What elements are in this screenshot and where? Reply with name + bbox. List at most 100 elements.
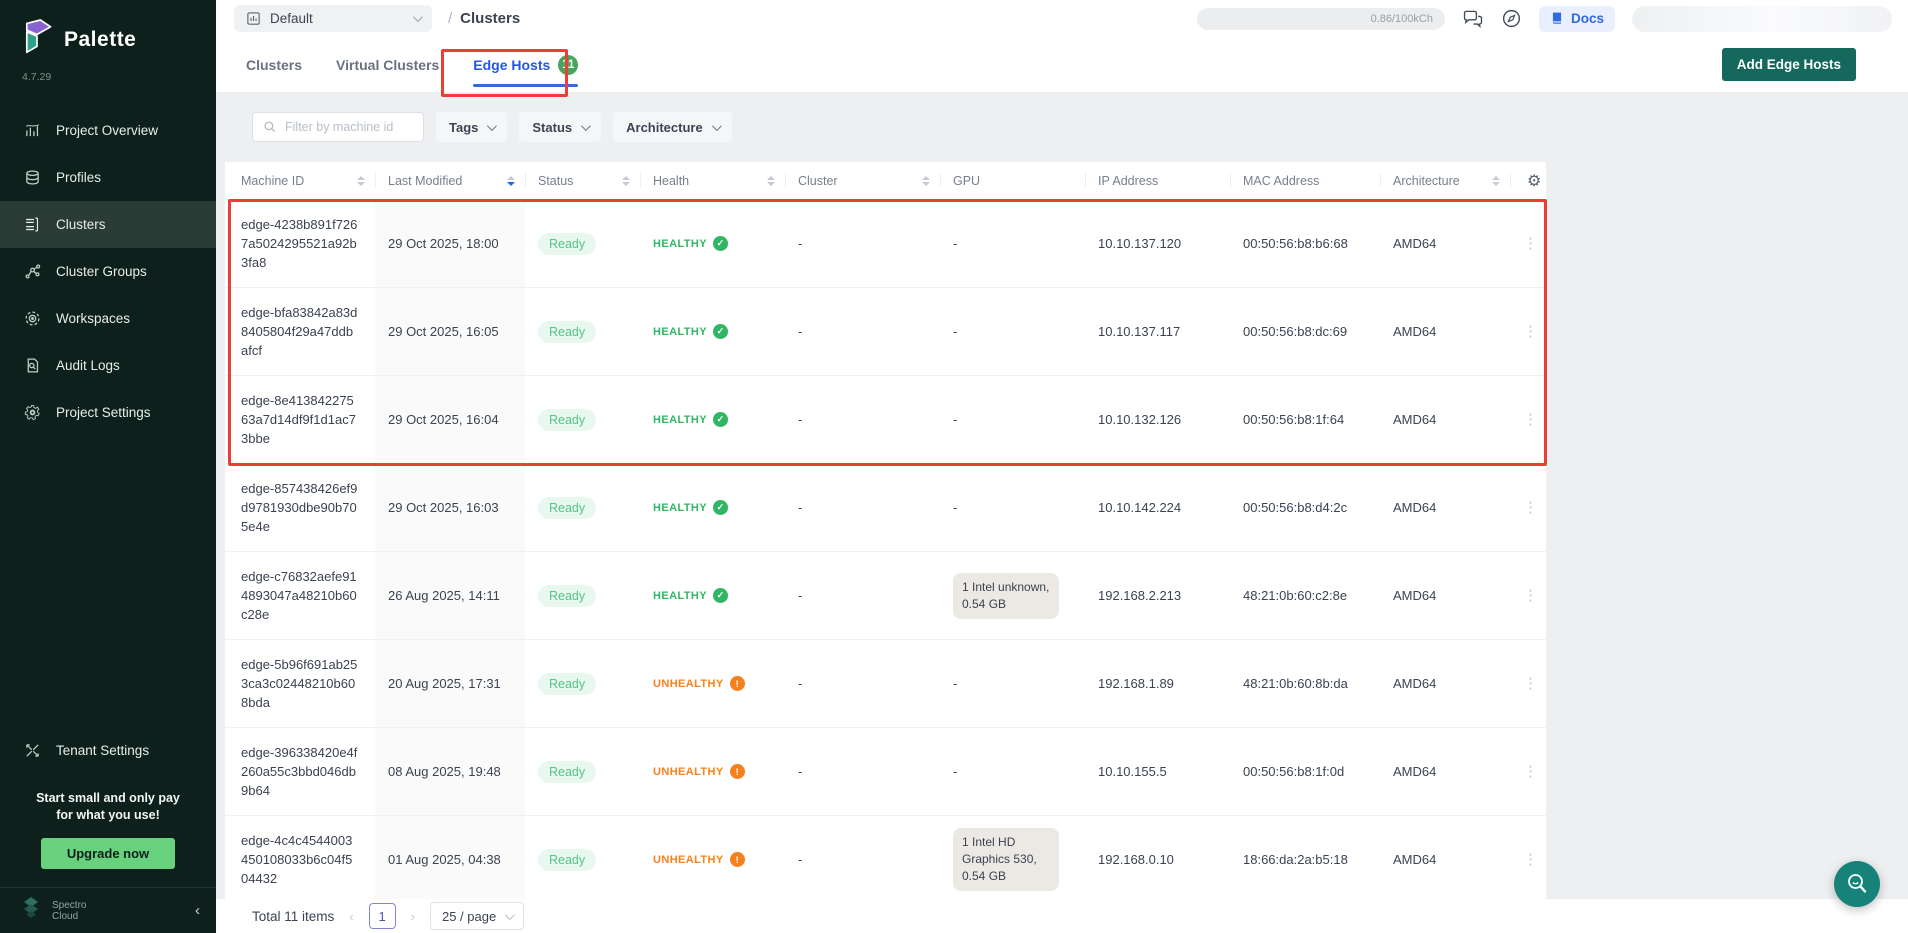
last-modified: 08 Aug 2025, 19:48 — [388, 764, 501, 779]
sort-icon — [1492, 176, 1500, 186]
architecture-value: AMD64 — [1393, 676, 1436, 691]
row-actions-menu-icon[interactable]: ⋮ — [1523, 505, 1537, 510]
chat-icon[interactable] — [1462, 9, 1484, 29]
column-header-health[interactable]: Health — [640, 162, 785, 199]
table-row[interactable]: edge-bfa83842a83d8405804f29a47ddbafcf 29… — [225, 287, 1546, 375]
sidebar-item-cluster-groups[interactable]: Cluster Groups — [0, 248, 216, 295]
search-box[interactable] — [252, 112, 424, 142]
page-size-selector[interactable]: 25 / page — [430, 902, 524, 930]
table-row[interactable]: edge-4238b891f7267a5024295521a92b3fa8 29… — [225, 199, 1546, 287]
tabs-bar: Clusters Virtual Clusters Edge Hosts 11 … — [216, 37, 1908, 92]
row-actions-menu-icon[interactable]: ⋮ — [1523, 769, 1537, 774]
row-actions-menu-icon[interactable]: ⋮ — [1523, 329, 1537, 334]
chevron-down-icon — [581, 121, 591, 131]
health-badge: UNHEALTHY — [653, 852, 745, 867]
health-state-icon — [713, 500, 728, 515]
last-modified: 01 Aug 2025, 04:38 — [388, 852, 501, 867]
chart-icon — [24, 122, 41, 139]
table-row[interactable]: edge-4c4c4544003450108033b6c04f504432 01… — [225, 815, 1546, 899]
palette-logo — [20, 18, 54, 61]
machine-id: edge-5b96f691ab253ca3c02448210b608bda — [241, 655, 375, 712]
health-state-icon — [713, 324, 728, 339]
architecture-value: AMD64 — [1393, 852, 1436, 867]
filter-bar: Tags Status Architecture — [252, 112, 1908, 142]
machine-id-filter-input[interactable] — [285, 120, 410, 134]
tab-clusters[interactable]: Clusters — [246, 37, 302, 92]
sidebar-item-project-settings[interactable]: Project Settings — [0, 389, 216, 436]
column-settings[interactable]: ⚙ — [1510, 162, 1546, 199]
sort-icon — [767, 176, 775, 186]
cluster-value: - — [798, 324, 802, 339]
mac-address: 00:50:56:b8:d4:2c — [1243, 500, 1347, 515]
mac-address: 00:50:56:b8:1f:0d — [1243, 764, 1344, 779]
row-actions-menu-icon[interactable]: ⋮ — [1523, 241, 1537, 246]
upgrade-now-button[interactable]: Upgrade now — [41, 838, 175, 869]
edge-hosts-table: Machine ID Last Modified Status Health C… — [225, 162, 1546, 899]
sidebar-item-tenant-settings[interactable]: Tenant Settings — [0, 727, 216, 774]
column-header-architecture[interactable]: Architecture — [1380, 162, 1510, 199]
column-header-status[interactable]: Status — [525, 162, 640, 199]
sidebar-item-audit-logs[interactable]: Audit Logs — [0, 342, 216, 389]
compass-icon[interactable] — [1501, 8, 1522, 29]
docs-button[interactable]: Docs — [1539, 6, 1615, 32]
last-modified: 29 Oct 2025, 16:03 — [388, 500, 499, 515]
column-header-last-modified[interactable]: Last Modified — [375, 162, 525, 199]
file-search-icon — [24, 357, 41, 374]
mac-address: 00:50:56:b8:1f:64 — [1243, 412, 1344, 427]
status-filter-dropdown[interactable]: Status — [519, 112, 601, 142]
table-row[interactable]: edge-c76832aefe914893047a48210b60c28e 26… — [225, 551, 1546, 639]
tags-filter-dropdown[interactable]: Tags — [436, 112, 507, 142]
user-menu-blurred[interactable] — [1632, 6, 1892, 32]
gpu-value: - — [953, 235, 957, 252]
next-page-button[interactable]: › — [411, 909, 415, 924]
add-edge-hosts-button[interactable]: Add Edge Hosts — [1722, 48, 1856, 81]
project-selector[interactable]: Default — [234, 5, 432, 32]
project-icon — [246, 11, 261, 26]
previous-page-button[interactable]: ‹ — [349, 909, 353, 924]
cluster-value: - — [798, 500, 802, 515]
cluster-value: - — [798, 588, 802, 603]
list-icon — [24, 216, 41, 233]
gpu-value: - — [953, 411, 957, 428]
chevron-left-icon[interactable]: ‹ — [195, 902, 200, 919]
row-actions-menu-icon[interactable]: ⋮ — [1523, 681, 1537, 686]
row-actions-menu-icon[interactable]: ⋮ — [1523, 593, 1537, 598]
table-row[interactable]: edge-8e41384227563a7d14df9f1d1ac73bbe 29… — [225, 375, 1546, 463]
mac-address: 00:50:56:b8:dc:69 — [1243, 324, 1347, 339]
gear-icon: ⚙ — [1527, 171, 1541, 191]
tab-virtual-clusters[interactable]: Virtual Clusters — [336, 37, 439, 92]
status-badge: Ready — [538, 849, 596, 871]
sidebar-item-project-overview[interactable]: Project Overview — [0, 107, 216, 154]
machine-id: edge-bfa83842a83d8405804f29a47ddbafcf — [241, 303, 375, 360]
machine-id: edge-8e41384227563a7d14df9f1d1ac73bbe — [241, 391, 375, 448]
ip-address: 192.168.2.213 — [1098, 588, 1181, 603]
status-badge: Ready — [538, 497, 596, 519]
sidebar-item-workspaces[interactable]: Workspaces — [0, 295, 216, 342]
row-actions-menu-icon[interactable]: ⋮ — [1523, 417, 1537, 422]
project-selector-value: Default — [270, 11, 313, 26]
table-row[interactable]: edge-396338420e4f260a55c3bbd046db9b64 08… — [225, 727, 1546, 815]
column-header-ip-address: IP Address — [1085, 162, 1230, 199]
architecture-filter-dropdown[interactable]: Architecture — [613, 112, 732, 142]
column-header-cluster[interactable]: Cluster — [785, 162, 940, 199]
gpu-value: - — [953, 763, 957, 780]
breadcrumb: / Clusters — [448, 10, 520, 27]
help-chat-button[interactable] — [1834, 861, 1880, 907]
mac-address: 18:66:da:2a:b5:18 — [1243, 852, 1348, 867]
cluster-value: - — [798, 764, 802, 779]
page-number-button[interactable]: 1 — [369, 903, 396, 929]
table-row[interactable]: edge-5b96f691ab253ca3c02448210b608bda 20… — [225, 639, 1546, 727]
table-row[interactable]: edge-857438426ef9d9781930dbe90b705e4e 29… — [225, 463, 1546, 551]
breadcrumb-current: Clusters — [460, 10, 520, 27]
row-actions-menu-icon[interactable]: ⋮ — [1523, 857, 1537, 862]
sidebar-item-clusters[interactable]: Clusters — [0, 201, 216, 248]
gpu-value: 1 Intel unknown, 0.54 GB — [953, 573, 1059, 619]
health-state-icon — [713, 588, 728, 603]
sidebar-item-profiles[interactable]: Profiles — [0, 154, 216, 201]
tab-edge-hosts[interactable]: Edge Hosts 11 — [473, 37, 578, 92]
promo-text-line2: for what you use! — [14, 807, 202, 824]
machine-id: edge-c76832aefe914893047a48210b60c28e — [241, 567, 375, 624]
network-icon — [24, 263, 41, 280]
edge-hosts-count-badge: 11 — [558, 55, 578, 75]
column-header-machine-id[interactable]: Machine ID — [225, 162, 375, 199]
